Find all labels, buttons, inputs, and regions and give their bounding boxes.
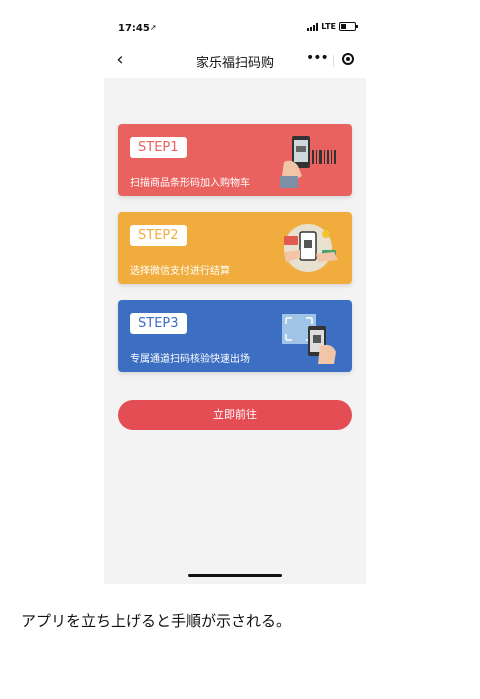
qr-verify-illustration-icon (282, 314, 336, 364)
go-now-button[interactable]: 立即前往 (118, 400, 352, 430)
wechat-pay-illustration-icon (284, 224, 338, 272)
more-options-button[interactable]: ••• (306, 51, 329, 67)
navigation-bar: ‹ 家乐福扫码购 ••• (104, 42, 366, 78)
network-type: LTE (321, 22, 336, 31)
status-indicators: LTE (307, 22, 358, 31)
status-time: 17:45 (118, 23, 150, 34)
status-bar: 17:45 ➚ LTE (104, 12, 366, 38)
location-icon: ➚ (150, 23, 157, 32)
step3-badge: STEP3 (130, 313, 187, 334)
main-content: STEP1 扫描商品条形码加入购物车 STEP2 选择微信支付进行结算 STEP… (104, 78, 366, 584)
close-miniprogram-button[interactable] (342, 53, 354, 65)
screenshot-page: 17:45 ➚ LTE ‹ 家乐福扫码购 ••• STEP1 扫描商品条形码加入… (0, 0, 480, 699)
step2-card: STEP2 选择微信支付进行结算 (118, 212, 352, 284)
caption-text: アプリを立ち上げると手順が示される。 (21, 612, 292, 630)
step3-card: STEP3 专属通道扫码核验快速出场 (118, 300, 352, 372)
step2-description: 选择微信支付进行结算 (130, 266, 230, 277)
step1-badge: STEP1 (130, 137, 187, 158)
home-indicator[interactable] (188, 574, 282, 577)
capsule-divider (333, 55, 334, 67)
battery-level (341, 24, 346, 29)
step3-description: 专属通道扫码核验快速出场 (130, 354, 250, 365)
battery-icon (339, 22, 358, 31)
step1-card: STEP1 扫描商品条形码加入购物车 (118, 124, 352, 196)
phone-screen: 17:45 ➚ LTE ‹ 家乐福扫码购 ••• STEP1 扫描商品条形码加入… (104, 12, 366, 584)
step1-description: 扫描商品条形码加入购物车 (130, 178, 250, 189)
barcode-scan-illustration-icon (280, 136, 336, 188)
signal-icon (307, 22, 319, 31)
step2-badge: STEP2 (130, 225, 187, 246)
